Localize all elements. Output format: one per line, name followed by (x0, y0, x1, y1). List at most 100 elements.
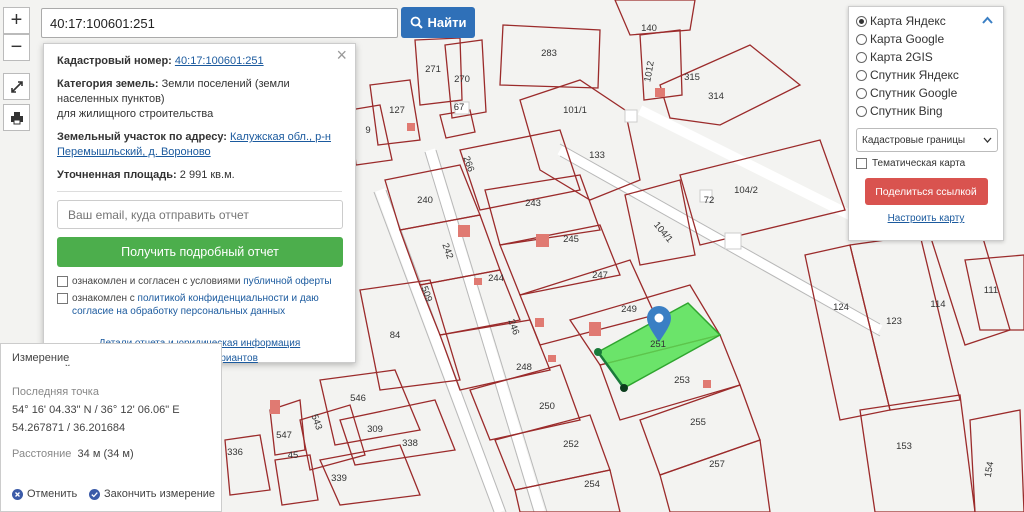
search-icon (410, 16, 423, 29)
offer-link[interactable]: публичной оферты (243, 276, 331, 287)
parcel-label: 72 (704, 195, 715, 206)
parcel-label: 338 (402, 438, 418, 449)
layer-option[interactable]: Карта Google (856, 30, 996, 48)
radio-button[interactable] (856, 105, 867, 117)
parcel-label: 124 (833, 302, 849, 313)
parcel-label: 249 (621, 304, 637, 315)
setup-map-link[interactable]: Настроить карту (888, 213, 965, 224)
parcel-label: 252 (563, 439, 579, 450)
parcel-label: 140 (641, 23, 657, 34)
area-value: 2 991 кв.м. (179, 169, 235, 181)
radio-button[interactable] (856, 51, 867, 63)
parcel-label: 336 (227, 447, 243, 458)
divider (57, 191, 342, 192)
parcel-label: 67 (454, 102, 465, 113)
radio-button[interactable] (856, 33, 867, 45)
parcel-label: 250 (539, 401, 555, 412)
print-button[interactable] (3, 104, 30, 131)
measure-point-end[interactable] (620, 384, 628, 392)
printer-icon (10, 111, 23, 124)
finish-measure-button[interactable]: Закончить измерение (89, 488, 215, 500)
parcel-label: 111 (984, 285, 998, 296)
parcel-label: 271 (425, 64, 441, 75)
zoom-out-button[interactable]: − (3, 34, 30, 61)
cancel-icon (12, 488, 23, 500)
category-purpose: для жилищного строительства (57, 108, 214, 120)
layer-option[interactable]: Спутник Google (856, 84, 996, 102)
distance-label: Расстояние (12, 448, 72, 460)
address-label: Земельный участок по адресу: (57, 131, 227, 143)
parcel-info-popup: × Кадастровый номер: 40:17:100601:251 Ка… (43, 43, 356, 364)
parcel-label: 127 (389, 105, 405, 116)
layer-option-label: Спутник Bing (870, 104, 943, 118)
chevron-down-icon (983, 137, 992, 143)
last-point-label: Последняя точка (12, 386, 99, 398)
cadastral-label: Кадастровый номер: (57, 55, 172, 67)
search-button[interactable]: Найти (401, 7, 475, 38)
address-row: Земельный участок по адресу: Калужская о… (57, 130, 342, 160)
parcel-label: 315 (684, 72, 700, 83)
layer-option-label: Спутник Google (870, 86, 958, 100)
parcel-label: 245 (563, 234, 579, 245)
parcel-label: 546 (350, 393, 366, 404)
parcel-label: 247 (592, 270, 608, 281)
category-row: Категория земель: Земли поселений (земли… (57, 77, 342, 122)
search-input[interactable] (41, 8, 398, 38)
offer-consent[interactable]: ознакомлен и согласен с условиями публич… (57, 275, 342, 288)
email-field[interactable] (57, 200, 343, 229)
parcel-label: 114 (930, 299, 945, 310)
share-link-button[interactable]: Поделиться ссылкой (864, 178, 988, 205)
privacy-checkbox[interactable] (57, 293, 68, 304)
overlay-select[interactable]: Кадастровые границы (856, 128, 998, 152)
parcel-label: 314 (708, 91, 724, 102)
distance-value: 34 м (34 м) (77, 448, 134, 460)
chevron-up-icon[interactable] (982, 16, 993, 24)
cadastral-number-link[interactable]: 40:17:100601:251 (175, 55, 264, 67)
area-row: Уточненная площадь: 2 991 кв.м. (57, 168, 342, 183)
radio-button[interactable] (856, 15, 867, 27)
parcel-label: 45 (288, 450, 299, 461)
category-label: Категория земель: (57, 78, 159, 90)
area-label: Уточненная площадь: (57, 169, 177, 181)
parcel-label: 240 (417, 195, 433, 206)
parcel-label: 254 (584, 479, 600, 490)
parcel-label: 309 (367, 424, 383, 435)
layer-option-label: Карта 2GIS (870, 50, 933, 64)
parcel-label: 243 (525, 198, 541, 209)
thematic-toggle[interactable]: Тематическая карта (856, 158, 996, 169)
parcel-label: 283 (541, 48, 557, 59)
offer-checkbox[interactable] (57, 276, 68, 287)
parcel-label: 123 (886, 316, 902, 327)
layer-option[interactable]: Спутник Яндекс (856, 66, 996, 84)
measure-point-start[interactable] (594, 348, 602, 356)
thematic-checkbox[interactable] (856, 158, 867, 169)
parcel-label: 133 (589, 150, 605, 161)
measure-title: Измерение расстояний (12, 352, 71, 366)
parcel-label: 270 (454, 74, 470, 85)
layer-option[interactable]: Спутник Bing (856, 102, 996, 120)
parcel-label: 248 (516, 362, 532, 373)
parcel-label: 339 (331, 473, 347, 484)
layer-option[interactable]: Карта Яндекс (856, 12, 996, 30)
last-point-decimal: 54.267871 / 36.201684 (12, 422, 126, 434)
parcel-label: 153 (896, 441, 912, 452)
fullscreen-button[interactable] (3, 73, 30, 100)
overlay-select-value: Кадастровые границы (862, 134, 966, 146)
layer-option-label: Спутник Яндекс (870, 68, 959, 82)
radio-button[interactable] (856, 87, 867, 99)
privacy-consent[interactable]: ознакомлен с политикой конфиденциальност… (57, 292, 342, 318)
layer-option[interactable]: Карта 2GIS (856, 48, 996, 66)
search-button-label: Найти (427, 15, 467, 30)
thematic-label: Тематическая карта (872, 158, 966, 169)
privacy-text: ознакомлен с (72, 293, 135, 304)
parcel-label: 251 (650, 339, 666, 350)
parcel-label: 104/2 (734, 185, 758, 196)
parcel-label: 9 (365, 125, 370, 136)
zoom-in-button[interactable]: + (3, 7, 30, 34)
close-icon[interactable]: × (336, 46, 347, 64)
parcel-label: 257 (709, 459, 725, 470)
cancel-measure-button[interactable]: Отменить (12, 488, 77, 500)
offer-text: ознакомлен и согласен с условиями (72, 276, 241, 287)
get-report-button[interactable]: Получить подробный отчет (57, 237, 343, 267)
radio-button[interactable] (856, 69, 867, 81)
